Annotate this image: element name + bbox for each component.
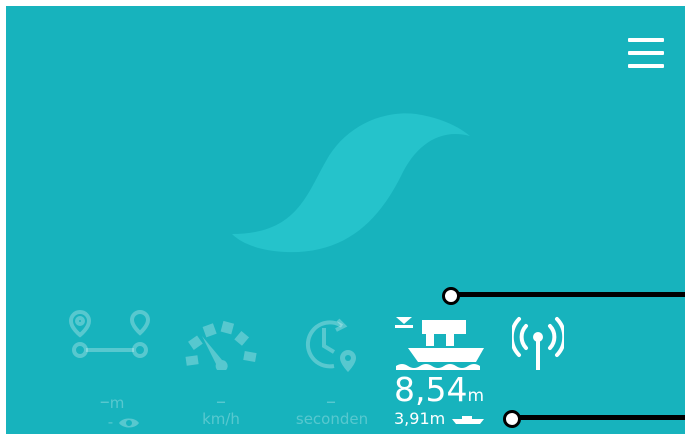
distance-unit: m (109, 394, 125, 412)
boat-length-row: 3,91m (394, 409, 486, 428)
speed-unit: km/h (190, 409, 252, 428)
distance-value: –m (86, 390, 138, 412)
visibility-value: - (107, 413, 114, 431)
app-screen: –m - – km/h – seconden 8,54m 3,91m (6, 6, 685, 434)
depth-unit: m (467, 386, 485, 406)
wave-logo-icon (232, 113, 470, 253)
callout-dot-bottom (503, 410, 521, 428)
depth-value: 8,54m (394, 372, 484, 408)
distance-number: – (99, 389, 110, 413)
signal-antenna-icon (512, 317, 564, 370)
boat-length-icon (452, 415, 485, 424)
boat-depth-icon (395, 317, 484, 370)
speed-unit-label: km/h (202, 410, 240, 428)
hamburger-menu-icon (628, 38, 664, 42)
boat-length-unit: m (429, 409, 446, 428)
boat-length-number: 3,91 (394, 409, 430, 428)
time-unit: seconden (282, 409, 382, 428)
depth-number: 8,54 (394, 370, 468, 409)
eye-icon (119, 418, 140, 427)
route-pins-icon (68, 309, 151, 358)
menu-bar (628, 64, 664, 68)
callout-line-bottom (511, 415, 685, 420)
speedometer-icon (185, 320, 257, 370)
time-unit-label: seconden (295, 410, 369, 428)
clock-location-icon (305, 318, 356, 372)
menu-button[interactable] (626, 36, 666, 70)
callout-line-top (450, 292, 685, 297)
callout-dot-top (442, 287, 460, 305)
visibility-row: - (94, 412, 154, 431)
menu-bar (628, 51, 664, 55)
